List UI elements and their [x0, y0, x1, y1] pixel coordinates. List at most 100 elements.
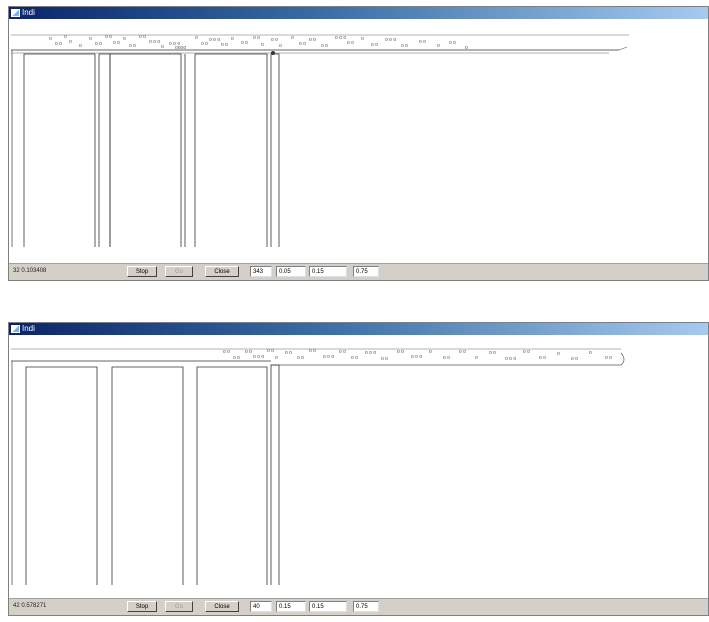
simulation-canvas[interactable]: o oo oo oo o o o ooo oo o o oo o oo oo o… [9, 335, 708, 599]
svg-text:o o: o o [347, 40, 354, 46]
svg-text:o o o: o o o [335, 35, 346, 41]
column-3 [196, 366, 268, 585]
svg-text:o o: o o [271, 37, 278, 43]
svg-text:o o: o o [139, 34, 146, 40]
svg-text:o: o [429, 349, 432, 355]
svg-text:o o: o o [397, 349, 404, 355]
svg-text:o: o [557, 351, 560, 357]
svg-text:o: o [49, 36, 52, 42]
svg-text:o o: o o [443, 355, 450, 361]
svg-text:o o o: o o o [149, 39, 160, 45]
svg-text:o o o: o o o [505, 356, 516, 362]
svg-text:o o: o o [95, 41, 102, 47]
marker-dot [271, 51, 275, 55]
param-field-4[interactable]: 0.75 [353, 266, 379, 277]
particle-scatter: oo ooo ooo oo o o ooo oo o o o oo o o ooo… [49, 34, 468, 51]
simulation-drawing: o oo oo oo o o o ooo oo o o oo o oo oo o… [11, 348, 625, 585]
svg-text:o o: o o [113, 40, 120, 46]
svg-text:o o: o o [223, 349, 230, 355]
stop-button[interactable]: Stop [127, 601, 157, 612]
svg-text:o o: o o [241, 40, 248, 46]
status-bar: 32 0.103408 Stop Go Close 343 0.05 0.15 … [9, 263, 708, 280]
column-2 [109, 53, 182, 247]
svg-text:o o: o o [221, 42, 228, 48]
column-3 [194, 53, 268, 247]
svg-text:o o: o o [449, 40, 456, 46]
svg-text:o o o: o o o [411, 354, 422, 360]
svg-text:o: o [89, 36, 92, 42]
status-readout: 42 0.578271 [13, 603, 47, 609]
param-field-1[interactable]: 343 [250, 266, 272, 277]
svg-text:o o: o o [401, 43, 408, 49]
svg-text:o o: o o [571, 356, 578, 362]
param-field-1[interactable]: 40 [250, 601, 272, 612]
columns [25, 364, 280, 585]
svg-text:o o: o o [267, 348, 274, 354]
svg-text:o: o [161, 44, 164, 50]
param-field-4[interactable]: 0.75 [353, 601, 379, 612]
param-field-2[interactable]: 0.05 [276, 266, 306, 277]
svg-text:o o: o o [371, 42, 378, 48]
svg-text:o o: o o [489, 350, 496, 356]
svg-text:o o: o o [309, 348, 316, 354]
svg-text:o o: o o [309, 37, 316, 43]
column-1 [25, 366, 98, 585]
svg-text:o: o [437, 43, 440, 49]
svg-text:o o: o o [321, 43, 328, 49]
svg-text:o o: o o [201, 41, 208, 47]
svg-text:o: o [475, 355, 478, 361]
go-button[interactable]: Go [165, 266, 193, 277]
app-icon [11, 9, 20, 17]
svg-text:o o: o o [339, 349, 346, 355]
window-title: Indi [22, 324, 35, 333]
svg-text:o o: o o [285, 350, 292, 356]
svg-text:o o: o o [253, 35, 260, 41]
go-button[interactable]: Go [165, 601, 193, 612]
svg-text:o o: o o [129, 43, 136, 49]
svg-text:o: o [231, 36, 234, 42]
svg-text:o: o [465, 45, 468, 51]
svg-text:o o o: o o o [323, 354, 334, 360]
svg-text:o o: o o [523, 349, 530, 355]
column-gap-1 [98, 53, 111, 247]
svg-text:o o: o o [245, 349, 252, 355]
column-1 [23, 53, 96, 247]
svg-text:o: o [195, 35, 198, 41]
svg-text:o o: o o [233, 355, 240, 361]
svg-text:o: o [361, 36, 364, 42]
indi-window-1: Indi oo ooo ooo oo o o ooo o o o o o o o… [8, 6, 709, 281]
column-2 [111, 366, 184, 585]
svg-text:o o: o o [605, 355, 612, 361]
svg-text:o: o [261, 42, 264, 48]
status-bar: 42 0.578271 Stop Go Close 40 0.15 0.15 0… [9, 598, 708, 615]
param-field-3[interactable]: 0.15 [309, 601, 347, 612]
simulation-canvas[interactable]: oo ooo ooo oo o o ooo oo o o o ooo o o oo… [9, 19, 708, 264]
svg-text:oooo: oooo [175, 45, 186, 51]
svg-text:o: o [291, 35, 294, 41]
title-bar: Indi [9, 7, 708, 19]
svg-text:o o o: o o o [253, 354, 264, 360]
svg-text:o: o [275, 355, 278, 361]
svg-text:o o: o o [419, 39, 426, 45]
param-field-2[interactable]: 0.15 [276, 601, 306, 612]
svg-text:o o: o o [459, 349, 466, 355]
app-icon [11, 325, 20, 333]
svg-text:o: o [79, 43, 82, 49]
simulation-drawing: oo ooo ooo oo o o ooo oo o o o oo o o ooo… [11, 34, 629, 247]
svg-text:o o o: o o o [209, 37, 220, 43]
columns [23, 53, 280, 247]
svg-text:o: o [279, 43, 282, 49]
svg-text:o: o [69, 39, 72, 45]
stop-button[interactable]: Stop [127, 266, 157, 277]
window-title: Indi [22, 8, 35, 17]
close-button[interactable]: Close [205, 266, 239, 277]
svg-text:o o: o o [299, 41, 306, 47]
param-field-3[interactable]: 0.15 [309, 266, 347, 277]
svg-text:o o: o o [105, 34, 112, 40]
column-gap-2 [270, 53, 280, 247]
svg-text:o o o: o o o [365, 350, 376, 356]
svg-text:o: o [64, 34, 67, 40]
svg-text:o o: o o [55, 41, 62, 47]
close-button[interactable]: Close [205, 601, 239, 612]
svg-text:o o: o o [351, 355, 358, 361]
